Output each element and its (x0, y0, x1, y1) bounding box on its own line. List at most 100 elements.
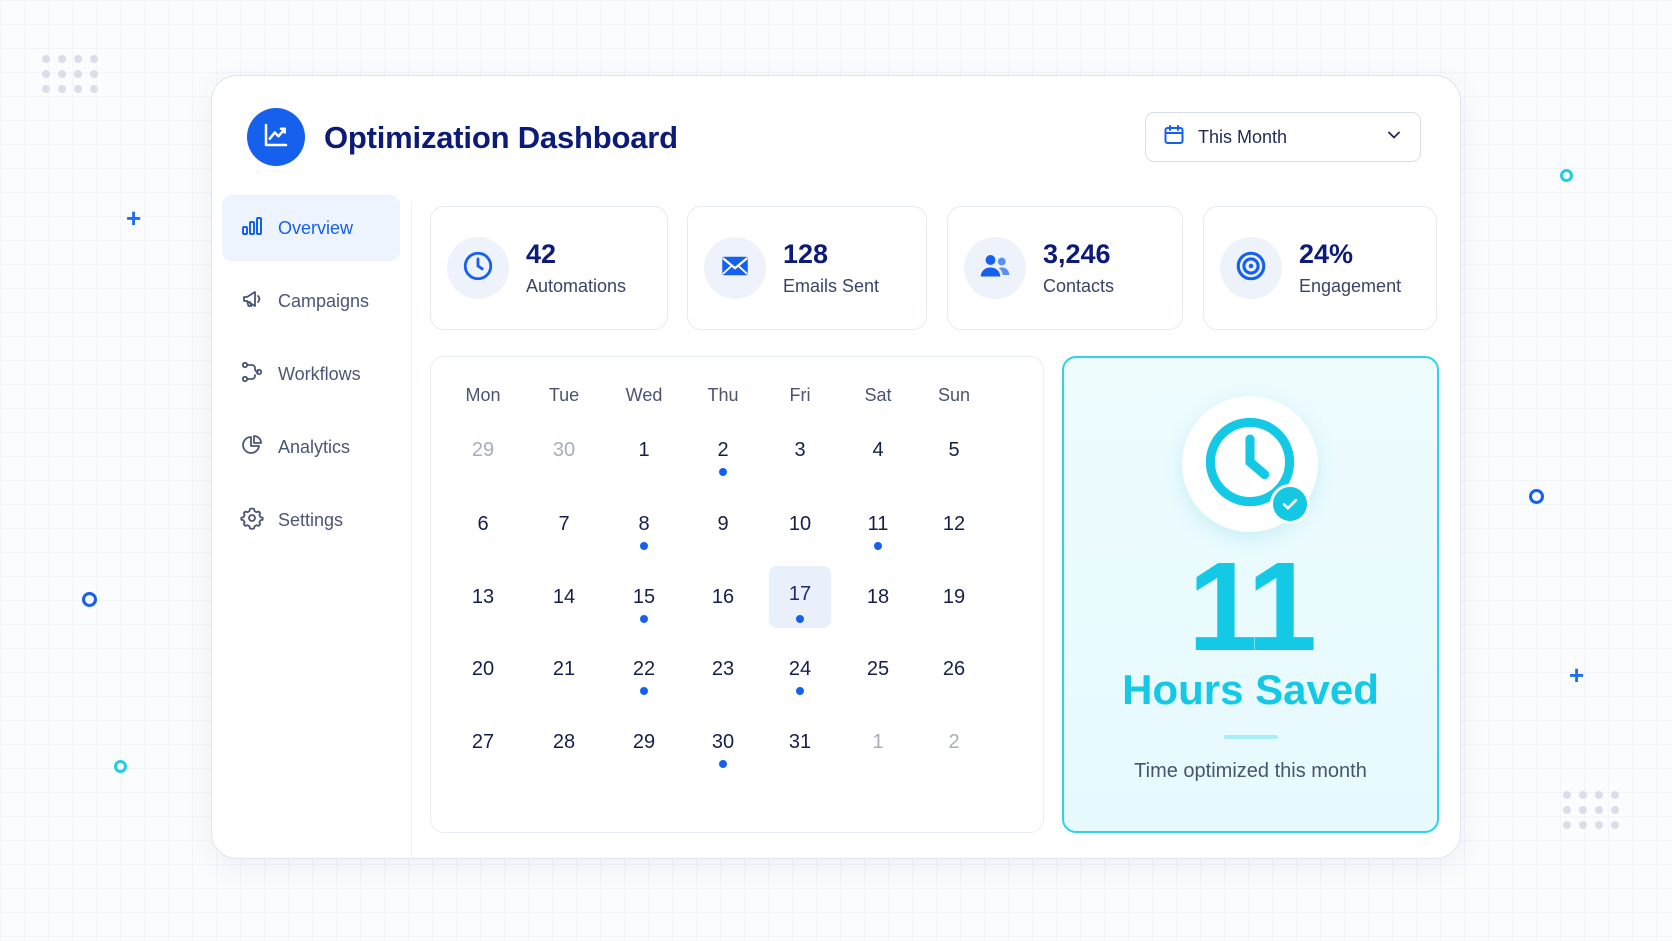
calendar-day[interactable]: 14 (533, 566, 595, 628)
calendar: Mon Tue Wed Thu Fri Sat Sun 29 30 1 2 3 4 5 6 7 8 9 10 11 12… (430, 356, 1044, 833)
sidebar-item-analytics[interactable]: Analytics (222, 414, 400, 480)
weekday-header: Thu (707, 385, 739, 405)
calendar-day[interactable]: 4 (847, 419, 909, 481)
calendar-day[interactable]: 29 (452, 419, 514, 481)
sidebar-item-workflows[interactable]: Workflows (222, 341, 400, 407)
clock-icon (461, 249, 495, 288)
calendar-day[interactable]: 23 (692, 638, 754, 700)
calendar-day[interactable]: 10 (769, 493, 831, 555)
weekday-header: Sun (937, 385, 971, 405)
stat-icon-container (447, 237, 509, 299)
sidebar-item-settings[interactable]: Settings (222, 487, 400, 553)
trend-chart-icon (261, 120, 291, 155)
calendar-day[interactable]: 18 (847, 566, 909, 628)
calendar-day[interactable]: 6 (452, 493, 514, 555)
stat-value: 3,246 (1043, 238, 1111, 269)
calendar-day[interactable]: 26 (923, 638, 985, 700)
event-indicator-dot (719, 760, 727, 768)
sidebar-item-label: Analytics (278, 436, 351, 457)
calendar-day[interactable]: 1 (847, 711, 909, 773)
sidebar-item-overview[interactable]: Overview (222, 195, 400, 261)
calendar-day[interactable]: 1 (613, 419, 675, 481)
target-icon (1234, 249, 1268, 288)
hours-saved-subtitle: Time optimized this month (1134, 760, 1367, 782)
calendar-day[interactable]: 7 (533, 493, 595, 555)
calendar-day[interactable]: 12 (923, 493, 985, 555)
weekday-header: Mon (465, 385, 501, 405)
megaphone-icon (240, 287, 264, 316)
calendar-day[interactable]: 9 (692, 493, 754, 555)
calendar-day[interactable]: 25 (847, 638, 909, 700)
stat-card-emails-sent: 128 Emails Sent (687, 206, 927, 330)
calendar-day[interactable]: 27 (452, 711, 514, 773)
chevron-down-icon (1384, 125, 1404, 150)
stat-card-contacts: 3,246 Contacts (947, 206, 1183, 330)
event-indicator-dot (640, 687, 648, 695)
workflow-icon (240, 360, 264, 389)
calendar-icon (1162, 123, 1186, 152)
calendar-day[interactable]: 31 (769, 711, 831, 773)
sidebar-item-label: Campaigns (278, 290, 370, 311)
calendar-day[interactable]: 13 (452, 566, 514, 628)
event-indicator-dot (640, 615, 648, 623)
ring-decoration (1529, 489, 1544, 504)
stat-icon-container (964, 237, 1026, 299)
stat-value: 24% (1299, 238, 1354, 269)
divider (1224, 735, 1278, 739)
date-range-select[interactable]: This Month (1145, 112, 1421, 162)
weekday-header: Sat (864, 385, 892, 405)
stat-value: 128 (783, 238, 829, 269)
calendar-day[interactable]: 3 (769, 419, 831, 481)
stat-label: Automations (526, 276, 627, 297)
calendar-day[interactable]: 19 (923, 566, 985, 628)
stat-icon-container (1220, 237, 1282, 299)
sidebar-item-campaigns[interactable]: Campaigns (222, 268, 400, 334)
date-range-value: This Month (1198, 126, 1288, 147)
envelope-icon (718, 249, 752, 288)
sidebar-item-label: Overview (278, 217, 354, 238)
page-title: Optimization Dashboard (324, 120, 678, 155)
event-indicator-dot (796, 615, 804, 623)
event-indicator-dot (874, 542, 882, 550)
event-indicator-dot (719, 468, 727, 476)
stat-label: Emails Sent (783, 276, 880, 297)
ring-decoration (82, 592, 97, 607)
calendar-day[interactable]: 28 (533, 711, 595, 773)
calendar-day[interactable]: 2 (923, 711, 985, 773)
weekday-header: Tue (548, 385, 580, 405)
stat-value: 42 (526, 238, 557, 269)
calendar-day[interactable]: 30 (533, 419, 595, 481)
stat-icon-container (704, 237, 766, 299)
sidebar-item-label: Workflows (278, 363, 361, 384)
weekday-header: Fri (789, 385, 811, 405)
ring-decoration (1560, 169, 1573, 182)
hours-saved-value: 11 (1187, 536, 1317, 677)
sidebar: Overview Campaigns Workflows Analytics S… (212, 195, 412, 859)
sidebar-item-label: Settings (278, 509, 344, 530)
users-icon (977, 248, 1013, 289)
hours-saved-card: 11 Hours Saved Time optimized this month (1062, 356, 1439, 833)
calendar-day[interactable]: 29 (613, 711, 675, 773)
plus-decoration: + (1569, 660, 1585, 690)
hours-saved-title: Hours Saved (1122, 666, 1379, 713)
event-indicator-dot (640, 542, 648, 550)
calendar-day[interactable]: 16 (692, 566, 754, 628)
pie-chart-icon (240, 433, 264, 462)
stat-label: Engagement (1299, 276, 1402, 297)
ring-decoration (114, 760, 127, 773)
stat-card-automations: 42 Automations (430, 206, 668, 330)
logo (247, 108, 305, 166)
clock-badge (1182, 396, 1318, 532)
calendar-day[interactable]: 20 (452, 638, 514, 700)
weekday-header: Wed (625, 385, 663, 405)
dot-grid-decoration (42, 55, 99, 93)
stat-label: Contacts (1043, 276, 1115, 297)
bar-chart-icon (240, 214, 264, 243)
gear-icon (240, 506, 264, 535)
check-icon (1270, 484, 1310, 524)
plus-decoration: + (126, 203, 142, 233)
calendar-day[interactable]: 5 (923, 419, 985, 481)
dashboard-card: Optimization Dashboard This Month Overvi… (211, 75, 1461, 859)
calendar-day[interactable]: 21 (533, 638, 595, 700)
event-indicator-dot (796, 687, 804, 695)
